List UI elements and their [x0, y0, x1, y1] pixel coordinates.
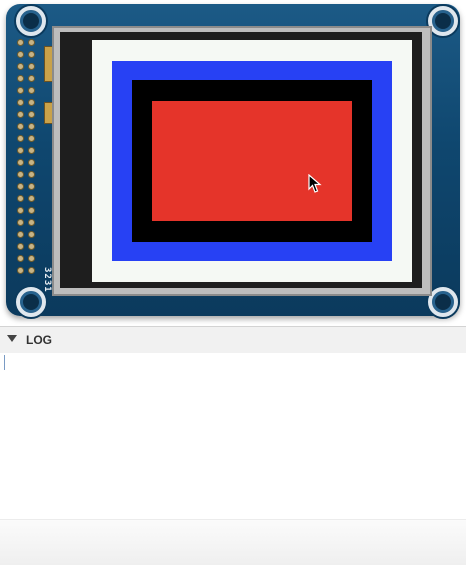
- header-pin: [18, 112, 23, 117]
- header-pin: [18, 208, 23, 213]
- header-pin: [18, 232, 23, 237]
- mounting-hole-top-left: [16, 6, 46, 36]
- header-pin: [29, 220, 34, 225]
- inner-red-rect: [152, 101, 352, 221]
- mouse-pointer-icon: [308, 174, 322, 193]
- header-pin: [29, 64, 34, 69]
- text-caret: [4, 355, 5, 370]
- pin-header: [14, 40, 44, 288]
- header-pin: [18, 40, 23, 45]
- header-pin: [18, 136, 23, 141]
- chevron-down-icon[interactable]: [7, 335, 17, 342]
- log-panel-content[interactable]: [0, 353, 466, 519]
- header-pin: [29, 256, 34, 261]
- mounting-hole-bottom-right: [428, 287, 458, 317]
- header-pin: [18, 148, 23, 153]
- header-pin: [29, 88, 34, 93]
- mounting-hole-top-right: [428, 6, 458, 36]
- header-pin: [18, 52, 23, 57]
- header-pin: [29, 208, 34, 213]
- header-pin: [18, 172, 23, 177]
- header-pin: [29, 52, 34, 57]
- header-pin: [29, 100, 34, 105]
- header-pin: [29, 232, 34, 237]
- header-pin: [18, 196, 23, 201]
- header-pin: [29, 76, 34, 81]
- log-panel-title: LOG: [26, 333, 52, 347]
- header-pin: [29, 136, 34, 141]
- log-panel-header[interactable]: LOG: [0, 326, 466, 354]
- header-pin: [29, 268, 34, 273]
- header-pin: [18, 184, 23, 189]
- header-pin: [18, 124, 23, 129]
- header-pin: [29, 196, 34, 201]
- header-pin: [29, 172, 34, 177]
- header-pin: [29, 160, 34, 165]
- header-pin: [29, 148, 34, 153]
- header-pin: [18, 88, 23, 93]
- header-pin: [18, 244, 23, 249]
- bottom-bar: [0, 519, 466, 565]
- header-pin: [18, 268, 23, 273]
- header-pin: [29, 112, 34, 117]
- header-pin: [18, 160, 23, 165]
- header-pin: [29, 244, 34, 249]
- header-pin: [18, 64, 23, 69]
- header-pin: [18, 100, 23, 105]
- header-pin: [18, 76, 23, 81]
- header-pin: [29, 124, 34, 129]
- silkscreen-label: 3231: [42, 267, 52, 293]
- header-pin: [18, 256, 23, 261]
- header-pin: [29, 40, 34, 45]
- header-pin: [18, 220, 23, 225]
- header-pin: [29, 184, 34, 189]
